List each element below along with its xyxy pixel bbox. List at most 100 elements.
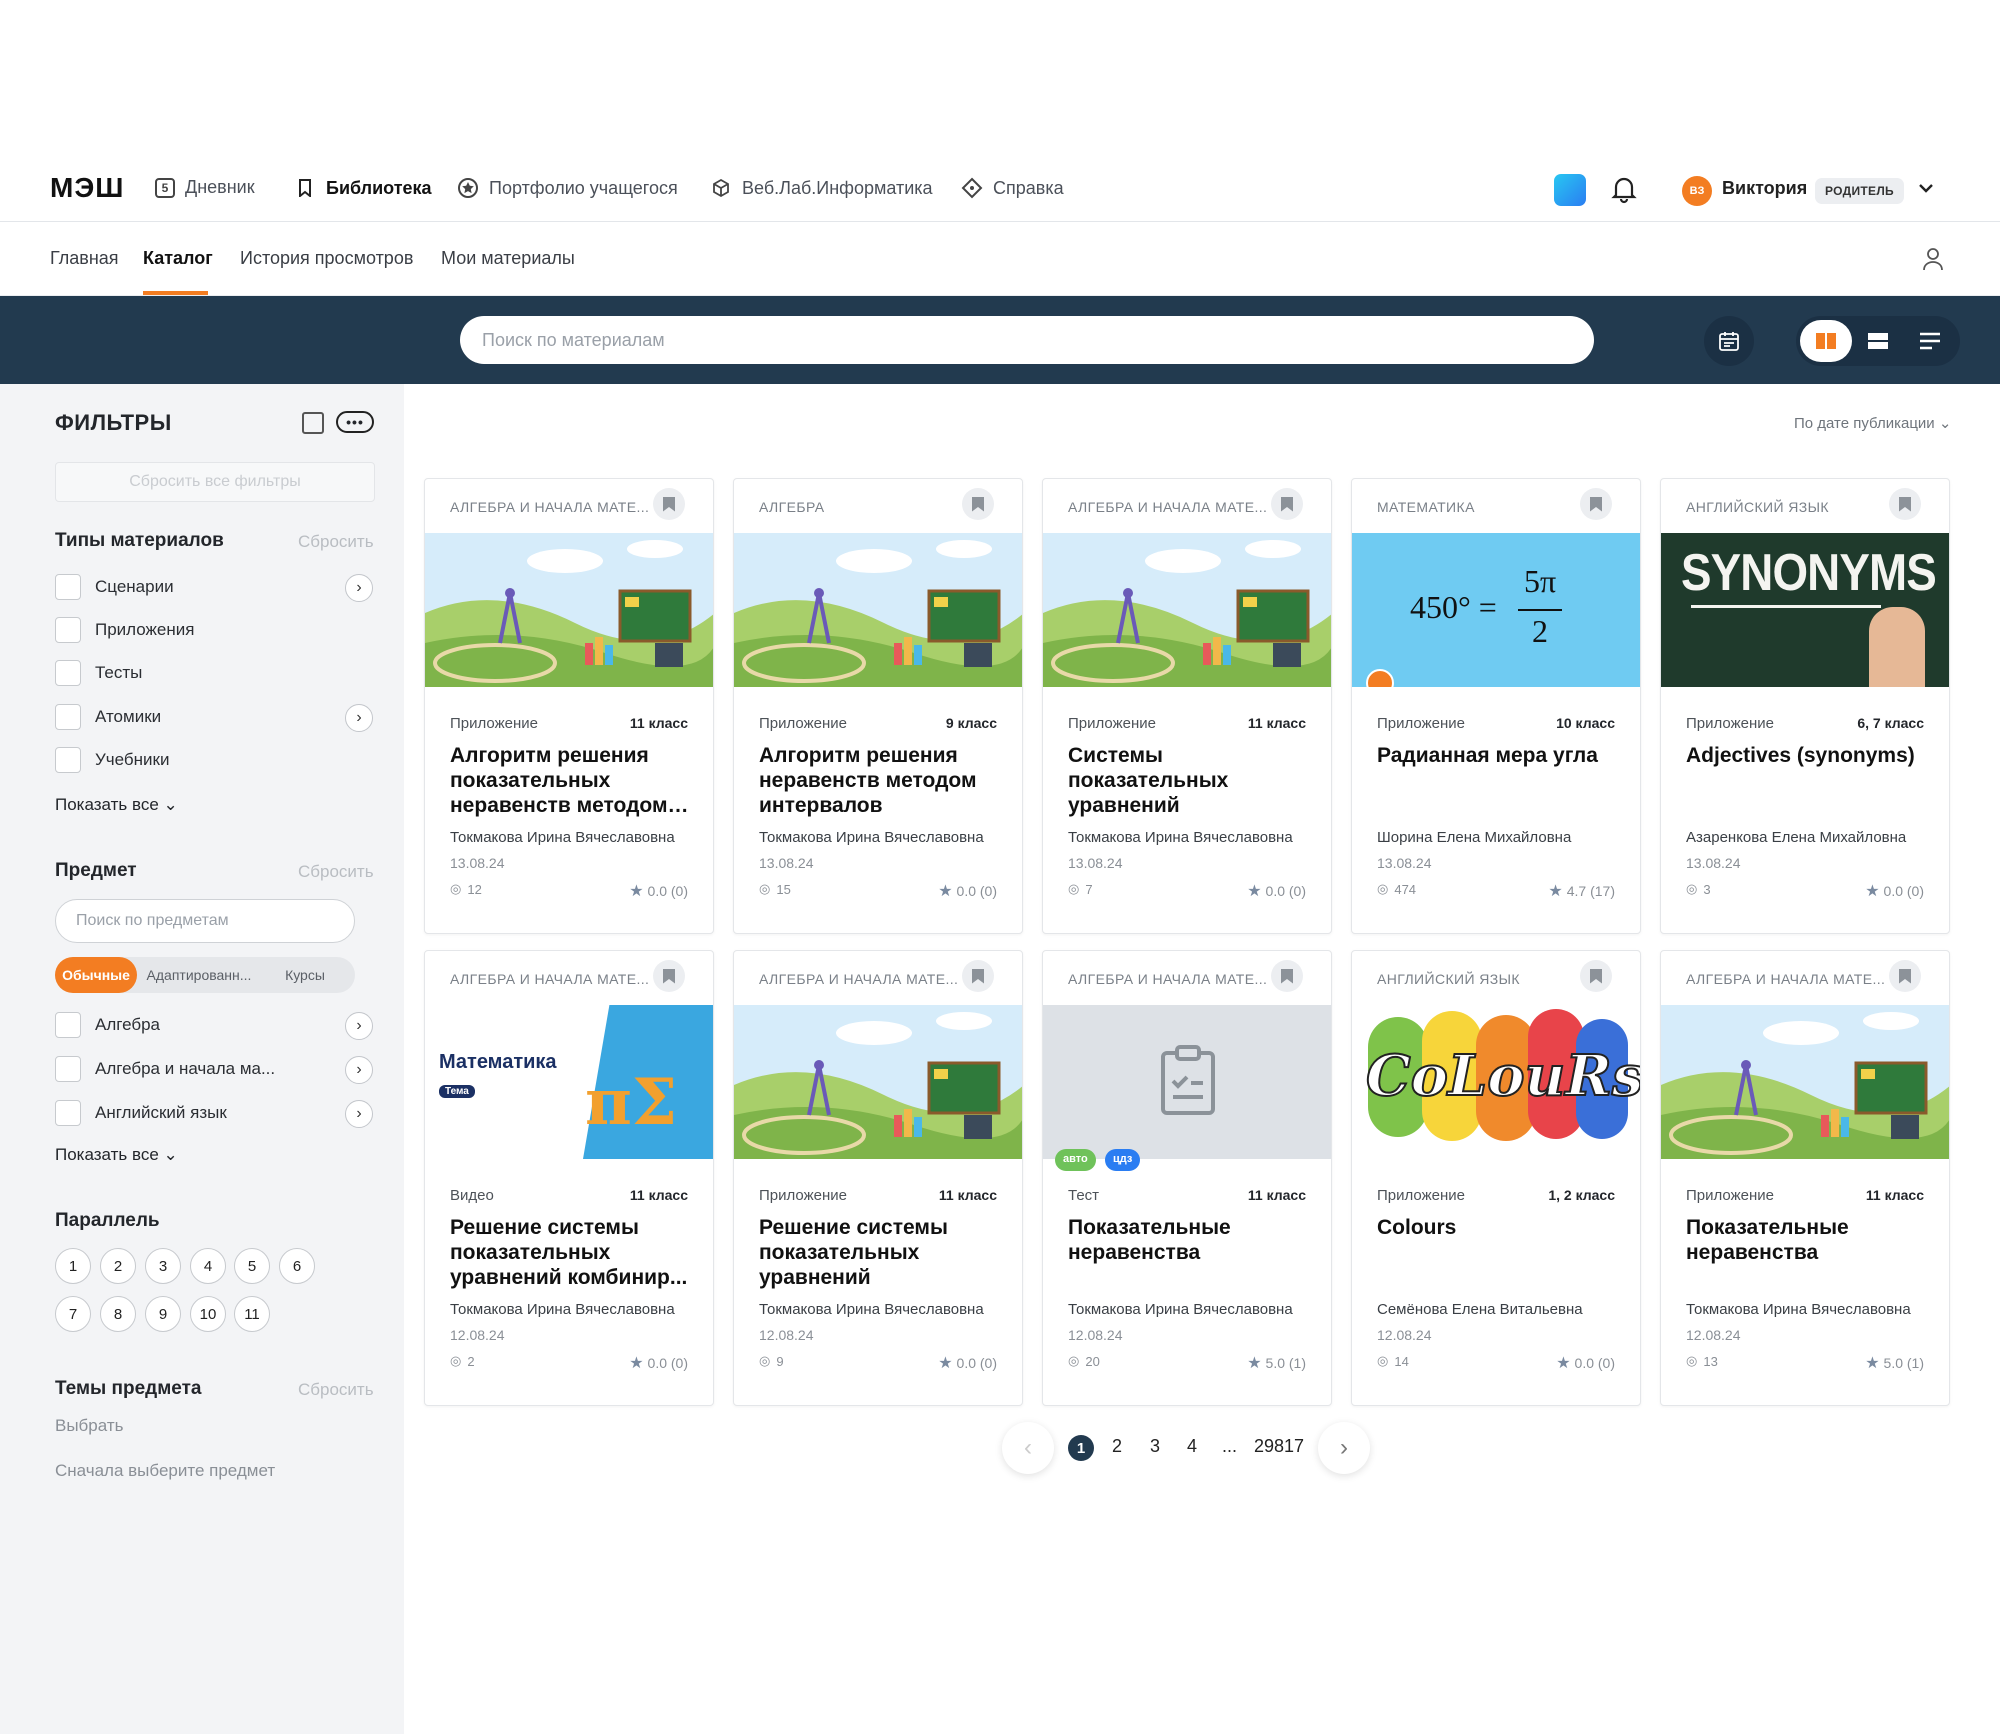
card-image[interactable]	[1043, 533, 1331, 687]
material-card[interactable]: АНГЛИЙСКИЙ ЯЗЫК SYNONYMS Приложение 6, 7…	[1660, 478, 1950, 934]
card-author[interactable]: Семёнова Елена Витальевна	[1377, 1301, 1583, 1318]
reset-subject-button[interactable]: Сбросить	[298, 862, 374, 882]
chat-icon[interactable]	[1554, 174, 1586, 206]
checkbox-box[interactable]	[55, 1056, 81, 1082]
compact-view-icon[interactable]	[1904, 320, 1956, 362]
card-author[interactable]: Токмакова Ирина Вячеславовна	[1068, 829, 1293, 846]
material-card[interactable]: АНГЛИЙСКИЙ ЯЗЫК CoLouRs Приложение 1, 2 …	[1351, 950, 1641, 1406]
reset-topics-button[interactable]: Сбросить	[298, 1380, 374, 1400]
checkbox-box[interactable]	[55, 574, 81, 600]
card-title[interactable]: Алгоритм решения неравенств методом инте…	[759, 743, 1004, 818]
card-author[interactable]: Токмакова Ирина Вячеславовна	[450, 1301, 675, 1318]
chevron-right-icon[interactable]: ›	[345, 1056, 373, 1084]
card-title[interactable]: Системы показательных уравнений	[1068, 743, 1313, 818]
card-image[interactable]: 450° = 5π 2	[1352, 533, 1640, 687]
nav-weblab[interactable]: Веб.Лаб.Информатика	[710, 177, 933, 199]
grade-pill[interactable]: 9	[145, 1296, 181, 1332]
person-icon[interactable]	[1922, 246, 1944, 272]
segment-regular[interactable]: Обычные	[55, 957, 137, 993]
subnav-history[interactable]: История просмотров	[240, 248, 413, 269]
card-image[interactable]: SYNONYMS	[1661, 533, 1949, 687]
grade-pill[interactable]: 8	[100, 1296, 136, 1332]
bookmark-button[interactable]	[1889, 488, 1921, 520]
nav-portfolio[interactable]: Портфолио учащегося	[457, 177, 678, 199]
grade-pill[interactable]: 4	[190, 1248, 226, 1284]
bookmark-button[interactable]	[1271, 960, 1303, 992]
next-page-button[interactable]: ›	[1318, 1422, 1370, 1474]
card-image[interactable]	[734, 1005, 1022, 1159]
save-icon[interactable]	[302, 412, 324, 434]
card-image[interactable]	[734, 533, 1022, 687]
checkbox-atomics[interactable]: Атомики	[55, 704, 161, 730]
show-all-subjects-link[interactable]: Показать все ⌄	[55, 1145, 178, 1165]
page-last[interactable]: 29817	[1254, 1436, 1304, 1457]
show-all-types-link[interactable]: Показать все ⌄	[55, 795, 178, 815]
card-title[interactable]: Показательные неравенства	[1068, 1215, 1313, 1265]
card-title[interactable]: Colours	[1377, 1215, 1622, 1240]
checkbox-box[interactable]	[55, 1100, 81, 1126]
grid-view-icon[interactable]	[1800, 320, 1852, 362]
card-title[interactable]: Решение системы показательных уравнений …	[450, 1215, 695, 1290]
checkbox-box[interactable]	[55, 617, 81, 643]
checkbox-box[interactable]	[55, 660, 81, 686]
checkbox-box[interactable]	[55, 1012, 81, 1038]
subnav-catalog[interactable]: Каталог	[143, 248, 213, 269]
checkbox-algebra-analysis[interactable]: Алгебра и начала ма...	[55, 1056, 275, 1082]
material-card[interactable]: АЛГЕБРА И НАЧАЛА МАТЕ... Математика Тема…	[424, 950, 714, 1406]
segment-adapted[interactable]: Адаптированн...	[139, 957, 259, 993]
bookmark-button[interactable]	[653, 960, 685, 992]
grade-pill[interactable]: 7	[55, 1296, 91, 1332]
card-title[interactable]: Алгоритм решения показательных неравенст…	[450, 743, 695, 818]
bookmark-button[interactable]	[1271, 488, 1303, 520]
reset-types-button[interactable]: Сбросить	[298, 532, 374, 552]
card-image[interactable]: CoLouRs	[1352, 1005, 1640, 1159]
calendar-icon[interactable]	[1704, 316, 1754, 366]
material-card[interactable]: АЛГЕБРА Приложение 9 класс Алгоритм реше…	[733, 478, 1023, 934]
bookmark-button[interactable]	[1580, 488, 1612, 520]
material-card[interactable]: АЛГЕБРА И НАЧАЛА МАТЕ... Приложение 11 к…	[1660, 950, 1950, 1406]
grade-pill[interactable]: 6	[279, 1248, 315, 1284]
grade-pill[interactable]: 2	[100, 1248, 136, 1284]
bell-icon[interactable]	[1610, 174, 1638, 204]
chevron-right-icon[interactable]: ›	[345, 574, 373, 602]
material-card[interactable]: МАТЕМАТИКА 450° = 5π 2 Приложение 10 кла…	[1351, 478, 1641, 934]
page-3[interactable]: 3	[1150, 1436, 1160, 1457]
card-title[interactable]: Adjectives (synonyms)	[1686, 743, 1931, 768]
grade-pill[interactable]: 10	[190, 1296, 226, 1332]
grade-pill[interactable]: 1	[55, 1248, 91, 1284]
checkbox-box[interactable]	[55, 747, 81, 773]
page-1[interactable]: 1	[1068, 1435, 1094, 1461]
card-image[interactable]	[1661, 1005, 1949, 1159]
material-card[interactable]: АЛГЕБРА И НАЧАЛА МАТЕ... авто цдз Тест 11…	[1042, 950, 1332, 1406]
checkbox-english[interactable]: Английский язык	[55, 1100, 227, 1126]
avatar[interactable]: ВЗ	[1682, 176, 1712, 206]
material-card[interactable]: АЛГЕБРА И НАЧАЛА МАТЕ... Приложение 11 к…	[1042, 478, 1332, 934]
card-author[interactable]: Токмакова Ирина Вячеславовна	[759, 1301, 984, 1318]
checkbox-algebra[interactable]: Алгебра	[55, 1012, 160, 1038]
checkbox-apps[interactable]: Приложения	[55, 617, 194, 643]
bookmark-button[interactable]	[962, 960, 994, 992]
nav-help[interactable]: Справка	[961, 177, 1064, 199]
reset-all-button[interactable]: Сбросить все фильтры	[55, 462, 375, 502]
chevron-right-icon[interactable]: ›	[345, 1100, 373, 1128]
checkbox-scenarios[interactable]: Сценарии	[55, 574, 174, 600]
card-author[interactable]: Азаренкова Елена Михайловна	[1686, 829, 1906, 846]
sort-dropdown[interactable]: По дате публикации ⌄	[1794, 414, 1951, 432]
bookmark-button[interactable]	[653, 488, 685, 520]
more-icon[interactable]: •••	[336, 411, 374, 433]
checkbox-tests[interactable]: Тесты	[55, 660, 142, 686]
page-2[interactable]: 2	[1112, 1436, 1122, 1457]
mesh-logo[interactable]: МЭШ	[50, 172, 124, 204]
subnav-home[interactable]: Главная	[50, 248, 119, 269]
segment-courses[interactable]: Курсы	[270, 957, 340, 993]
card-author[interactable]: Токмакова Ирина Вячеславовна	[1686, 1301, 1911, 1318]
material-card[interactable]: АЛГЕБРА И НАЧАЛА МАТЕ... Приложение 11 к…	[424, 478, 714, 934]
grade-pill[interactable]: 5	[234, 1248, 270, 1284]
list-view-icon[interactable]	[1852, 320, 1904, 362]
checkbox-box[interactable]	[55, 704, 81, 730]
page-4[interactable]: 4	[1187, 1436, 1197, 1457]
card-image[interactable]	[1043, 1005, 1331, 1159]
card-author[interactable]: Токмакова Ирина Вячеславовна	[759, 829, 984, 846]
grade-pill[interactable]: 11	[234, 1296, 270, 1332]
bookmark-button[interactable]	[962, 488, 994, 520]
